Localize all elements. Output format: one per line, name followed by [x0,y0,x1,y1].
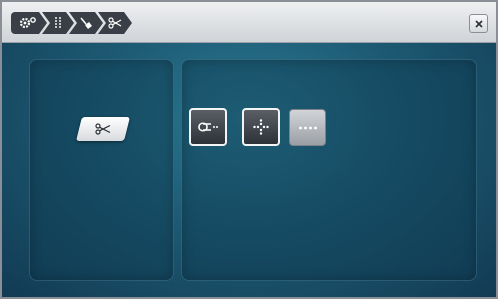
dot-cross-option-button[interactable] [242,108,280,146]
settings-gear-icon [19,16,39,30]
content-area [2,43,496,297]
cut-button[interactable] [76,117,130,141]
thread-knot-icon [198,122,218,132]
dot-cross-icon [253,119,269,135]
title-bar [2,2,496,43]
dotted-line-option-button[interactable] [289,109,326,146]
needle-tool-icon [79,16,93,30]
scissors-icon [95,123,111,135]
scissors-icon [108,17,122,29]
breadcrumb-cut[interactable] [98,12,132,34]
tie-off-option-button[interactable] [189,108,227,146]
close-button[interactable] [469,14,488,33]
close-icon [474,19,483,28]
app-window [0,0,498,299]
breadcrumb [11,12,127,34]
stitch-length-icon [53,16,63,30]
breadcrumb-needle[interactable] [69,12,103,34]
left-panel [29,59,174,281]
dotted-line-icon [298,126,317,129]
right-panel [181,59,477,281]
breadcrumb-settings[interactable] [11,12,47,34]
